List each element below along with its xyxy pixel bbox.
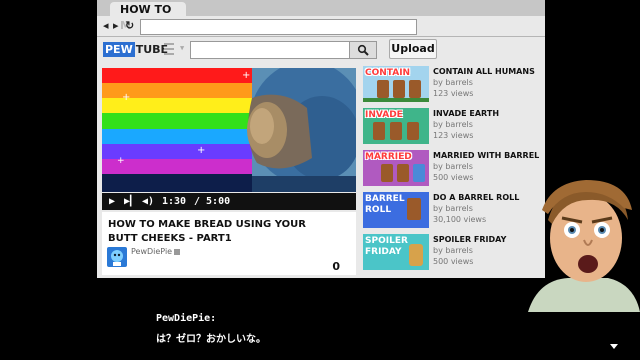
item-views: 123 views [433,131,474,140]
item-title[interactable]: MARRIED WITH BARREL [433,151,539,160]
dialog-box: PewDiePie: は？ゼロ？おかしいな。 [156,313,266,351]
search-input[interactable] [190,41,350,59]
upload-button[interactable]: Upload [389,39,437,59]
time-total: / 5:00 [194,196,231,207]
avatar-face-icon [111,250,123,266]
thumbnail[interactable]: INVADE [363,108,429,144]
search-button[interactable] [349,41,377,59]
svg-text:+: + [122,92,130,103]
forward-icon[interactable]: ▸ [113,18,119,34]
browser-window: HOW TO M ◂ ▸ ↻ PEW TUBE ▼ Upload + + + +… [97,0,545,278]
item-views: 500 views [433,173,474,182]
character-portrait-icon [528,180,640,312]
item-title[interactable]: DO A BARREL ROLL [433,193,519,202]
item-author: by barrels [433,162,473,171]
tab-bar: HOW TO M [97,0,545,32]
video-title-line1: HOW TO MAKE BREAD USING YOUR [108,219,306,230]
thumbnail-label: SPOILER FRIDAY [365,236,408,257]
video-title[interactable]: HOW TO MAKE BREAD USING YOUR BUTT CHEEKS… [108,218,348,246]
thumbnail-label: MARRIED [365,152,412,162]
item-title[interactable]: CONTAIN ALL HUMANS [433,67,535,76]
logo-box: PEW [103,41,135,57]
pewdiepie-portrait [528,180,640,312]
list-item[interactable]: MARRIED MARRIED WITH BARREL by barrels 5… [363,150,543,190]
thumbnail[interactable]: CONTAIN [363,66,429,102]
video-frame-art: + + + + [102,68,356,192]
search-icon [357,44,369,56]
item-title[interactable]: INVADE EARTH [433,109,499,118]
play-icon[interactable]: ▶ [109,193,115,210]
browser-tab[interactable]: HOW TO M [110,2,186,32]
list-item[interactable]: CONTAIN CONTAIN ALL HUMANS by barrels 12… [363,66,543,106]
time-current: 1:30 [162,196,187,207]
item-views: 30,100 views [433,215,487,224]
item-author: by barrels [433,204,473,213]
dialog-text: は？ゼロ？おかしいな。 [156,334,266,345]
thumbnail-label: CONTAIN [365,68,411,78]
continue-arrow-icon[interactable] [610,344,618,349]
player-controls: ▶ ▶▎ ◀) 1:30 / 5:00 [102,193,356,210]
list-item[interactable]: BARREL ROLL DO A BARREL ROLL by barrels … [363,192,543,232]
video-title-line2: BUTT CHEEKS - PART1 [108,233,232,244]
svg-text:+: + [242,70,250,81]
thumbnail[interactable]: SPOILER FRIDAY [363,234,429,270]
back-icon[interactable]: ◂ [103,18,109,34]
thumbnail-label: BARREL ROLL [365,194,405,215]
menu-icon[interactable] [164,43,178,55]
volume-icon[interactable]: ◀) [142,193,154,210]
thumbnail-label: INVADE [365,110,403,120]
video-info: HOW TO MAKE BREAD USING YOUR BUTT CHEEKS… [102,212,356,275]
item-views: 500 views [433,257,474,266]
item-author: by barrels [433,120,473,129]
chevron-down-icon[interactable]: ▼ [180,44,184,52]
dialog-speaker: PewDiePie: [156,313,217,324]
verified-icon [174,248,181,255]
item-author: by barrels [433,78,473,87]
reload-icon[interactable]: ↻ [125,18,134,34]
address-bar[interactable] [140,19,417,35]
view-count: 0 [332,260,340,273]
svg-text:+: + [197,145,205,156]
video-player[interactable]: + + + + [102,68,356,192]
item-views: 123 views [433,89,474,98]
avatar[interactable] [107,247,127,267]
item-author: by barrels [433,246,473,255]
nav-row: ◂ ▸ ↻ [97,18,545,36]
author-name[interactable]: PewDiePie [131,247,181,256]
thumbnail[interactable]: MARRIED [363,150,429,186]
list-item[interactable]: SPOILER FRIDAY SPOILER FRIDAY by barrels… [363,234,543,274]
divider [97,36,545,37]
svg-text:+: + [117,156,125,166]
thumbnail[interactable]: BARREL ROLL [363,192,429,228]
tab-title: HOW TO [120,3,172,16]
item-title[interactable]: SPOILER FRIDAY [433,235,506,244]
author-label: PewDiePie [131,247,173,256]
list-item[interactable]: INVADE INVADE EARTH by barrels 123 views [363,108,543,148]
next-icon[interactable]: ▶▎ [124,193,136,210]
site-logo[interactable]: PEW TUBE [103,41,168,57]
